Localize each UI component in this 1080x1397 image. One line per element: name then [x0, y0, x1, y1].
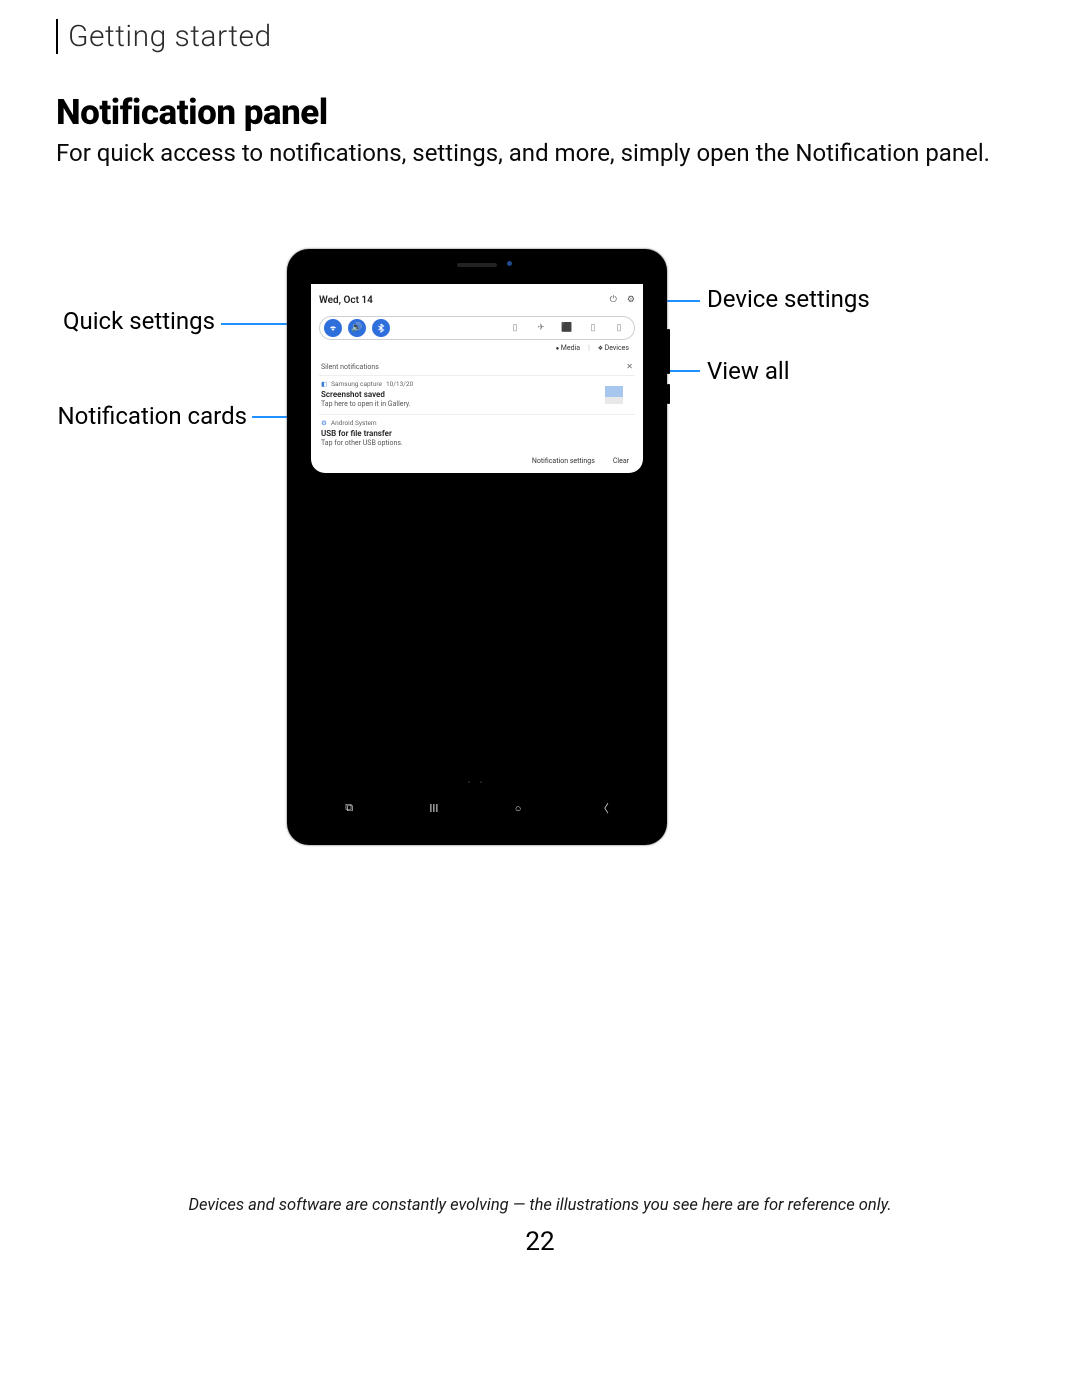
- wifi-icon[interactable]: [324, 319, 342, 337]
- close-icon[interactable]: ✕: [626, 362, 633, 371]
- section-title: Notification panel: [56, 92, 328, 133]
- panel-sub-row: Media | Devices: [319, 344, 629, 352]
- page-number: 22: [0, 1227, 1080, 1257]
- notification-subtitle: Tap here to open it in Gallery.: [321, 400, 633, 408]
- bluetooth-icon[interactable]: [372, 319, 390, 337]
- gear-icon[interactable]: ⚙: [627, 295, 635, 305]
- callout-notification-cards: Notification cards: [0, 402, 247, 430]
- callout-device-settings: Device settings: [707, 285, 870, 313]
- app-icon: ⚙: [321, 419, 327, 427]
- panel-date: Wed, Oct 14: [319, 295, 373, 306]
- home-nav-icon[interactable]: ○: [515, 802, 522, 815]
- notification-card[interactable]: ◧ Samsung capture 10/13/20 Screenshot sa…: [319, 375, 635, 410]
- notification-app: Android System: [331, 419, 377, 427]
- notification-app: Samsung capture: [331, 380, 382, 388]
- tablet-power-button: [667, 384, 670, 404]
- notification-panel: Wed, Oct 14 ⏻ ⚙ 🔊 ▯: [311, 284, 643, 473]
- screenshot-icon[interactable]: ▯: [610, 319, 628, 337]
- media-button[interactable]: Media: [556, 344, 580, 352]
- battery-icon[interactable]: ▯: [584, 319, 602, 337]
- screenshot-nav-icon[interactable]: ⧉: [345, 801, 353, 815]
- airplane-icon[interactable]: ✈: [532, 319, 550, 337]
- callout-view-all: View all: [707, 357, 790, 385]
- sound-icon[interactable]: 🔊: [348, 319, 366, 337]
- notification-time: 10/13/20: [386, 380, 413, 388]
- section-body: For quick access to notifications, setti…: [56, 137, 1024, 170]
- tablet-screen: Wed, Oct 14 ⏻ ⚙ 🔊 ▯: [307, 284, 647, 827]
- notification-subtitle: Tap for other USB options.: [321, 439, 633, 447]
- tablet-speaker: [457, 263, 497, 267]
- flashlight-icon[interactable]: ⬛: [558, 319, 576, 337]
- notification-title: Screenshot saved: [321, 390, 633, 399]
- callout-quick-settings: Quick settings: [0, 307, 215, 335]
- notification-card[interactable]: ⚙ Android System USB for file transfer T…: [319, 414, 635, 449]
- quick-settings-row: 🔊 ▯ ✈ ⬛ ▯ ▯: [319, 316, 635, 340]
- power-icon[interactable]: ⏻: [610, 295, 617, 305]
- recents-nav-icon[interactable]: III: [429, 802, 438, 815]
- tablet-camera: [507, 261, 512, 266]
- page-indicator: • •: [307, 779, 647, 787]
- clear-button[interactable]: Clear: [613, 457, 629, 465]
- notification-thumbnail: [605, 386, 623, 404]
- notification-title: USB for file transfer: [321, 429, 633, 438]
- portrait-icon[interactable]: ▯: [506, 319, 524, 337]
- notification-settings-button[interactable]: Notification settings: [532, 457, 595, 465]
- tablet-volume-button: [667, 329, 670, 374]
- app-icon: ◧: [321, 380, 327, 388]
- tablet-illustration: Wed, Oct 14 ⏻ ⚙ 🔊 ▯: [287, 249, 667, 845]
- disclaimer-text: Devices and software are constantly evol…: [0, 1196, 1080, 1215]
- breadcrumb: Getting started: [56, 19, 272, 54]
- silent-notifications-header: Silent notifications: [321, 363, 379, 371]
- navigation-bar: ⧉ III ○ 〈: [307, 795, 647, 821]
- back-nav-icon[interactable]: 〈: [598, 800, 609, 816]
- devices-button[interactable]: Devices: [598, 344, 629, 352]
